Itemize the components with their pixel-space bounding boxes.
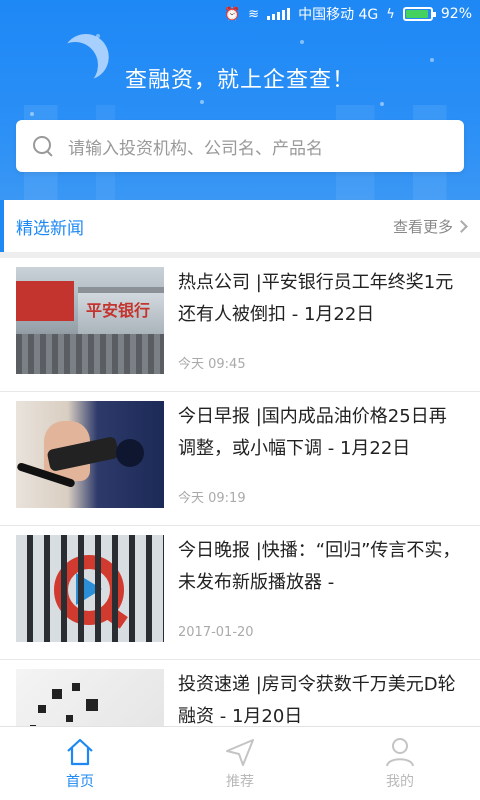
thumbnail-sign-text: 平安银行 [86, 301, 151, 320]
news-headline: 今日早报 |国内成品油价格25日再调整，或小幅下调 - 1月22日 [178, 406, 447, 459]
alarm-icon: ⏰ [223, 6, 241, 22]
news-time: 今天 09:19 [178, 491, 246, 506]
news-item[interactable]: 今日晚报 |快播：“回归”传言不实，未发布新版播放器 - 2017-01-20 [0, 526, 480, 660]
news-thumbnail: 平安银行 [16, 267, 164, 374]
section-title: 精选新闻 [16, 218, 84, 239]
news-item[interactable]: 平安银行 热点公司 |平安银行员工年终奖1元 还有人被倒扣 - 1月22日 今天… [0, 258, 480, 392]
tab-mine-label: 我的 [386, 773, 414, 790]
search-input[interactable]: 请输入投资机构、公司名、产品名 [16, 120, 464, 172]
signal-icon [267, 8, 291, 20]
news-item[interactable]: 今日早报 |国内成品油价格25日再调整，或小幅下调 - 1月22日 今天 09:… [0, 392, 480, 526]
tab-home[interactable]: 首页 [0, 727, 160, 800]
news-thumbnail [16, 535, 164, 642]
search-icon [32, 135, 54, 157]
section-header: 精选新闻 查看更多 [0, 200, 480, 252]
home-icon [67, 738, 93, 765]
news-thumbnail [16, 669, 164, 726]
battery-icon [402, 7, 436, 21]
view-more-link[interactable]: 查看更多 [393, 216, 480, 237]
search-placeholder: 请输入投资机构、公司名、产品名 [68, 138, 323, 159]
carrier-label: 中国移动 4G [298, 7, 379, 23]
chevron-right-icon [455, 219, 468, 233]
news-time: 今天 09:45 [178, 357, 246, 372]
tab-recommend[interactable]: 推荐 [160, 727, 320, 800]
wifi-icon: ≋ [248, 6, 260, 22]
view-more-label: 查看更多 [392, 217, 453, 236]
tagline: 查融资，就上企查查！ [124, 68, 355, 93]
news-headline: 热点公司 |平安银行员工年终奖1元 还有人被倒扣 - 1月22日 [178, 272, 454, 325]
news-thumbnail [16, 401, 164, 508]
status-bar: ⏰ ≋ 中国移动 4G ϟ 92% [0, 0, 480, 28]
send-icon [226, 738, 254, 766]
battery-percent: 92% [440, 6, 472, 22]
tab-mine[interactable]: 我的 [320, 727, 480, 800]
person-icon [386, 737, 414, 766]
tab-home-label: 首页 [66, 773, 94, 790]
news-time: 2017-01-20 [178, 625, 254, 640]
charging-icon: ϟ [386, 6, 395, 22]
news-headline: 投资速递 |房司令获数千万美元D轮融资 - 1月20日 [178, 674, 456, 726]
news-list: 平安银行 热点公司 |平安银行员工年终奖1元 还有人被倒扣 - 1月22日 今天… [0, 258, 480, 726]
tab-recommend-label: 推荐 [226, 773, 254, 790]
news-headline: 今日晚报 |快播：“回归”传言不实，未发布新版播放器 - [178, 540, 461, 593]
news-item[interactable]: 投资速递 |房司令获数千万美元D轮融资 - 1月20日 [0, 660, 480, 726]
bottom-tab-bar: 首页 推荐 我的 [0, 726, 480, 800]
